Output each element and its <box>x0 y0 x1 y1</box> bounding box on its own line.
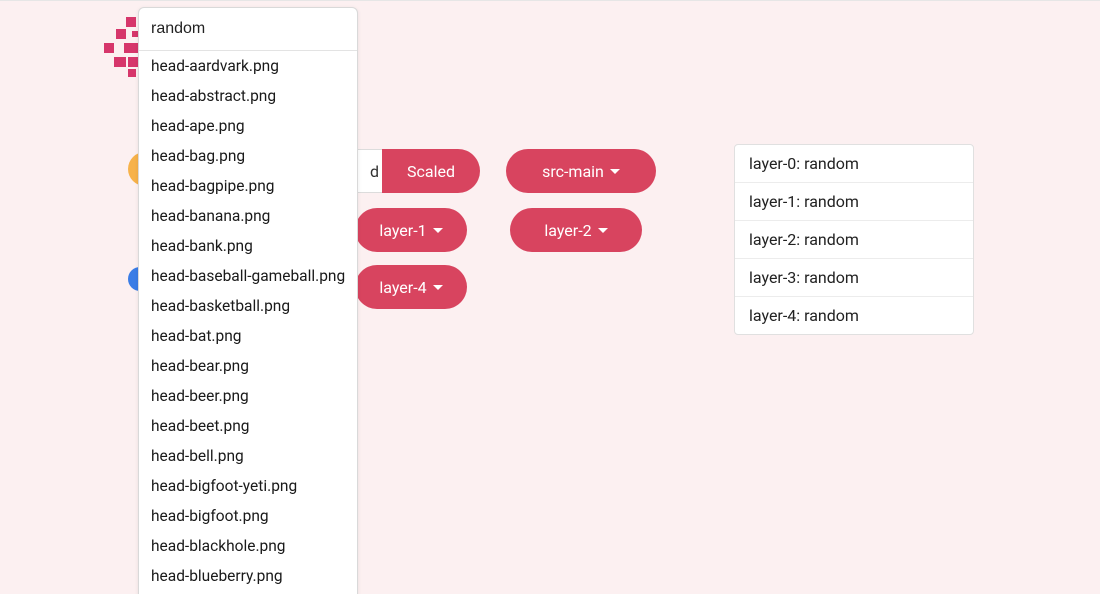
dropdown-option-label: head-bat.png <box>151 327 241 345</box>
dropdown-option[interactable]: head-aardvark.png <box>139 51 357 81</box>
dropdown-option-label: head-bigfoot.png <box>151 507 269 525</box>
layer-2-label: layer-2 <box>544 221 591 240</box>
image-select-dropdown: head-aardvark.png head-abstract.png head… <box>138 7 358 594</box>
dropdown-option-label: head-bear.png <box>151 357 249 375</box>
dropdown-option-label: head-blueberry.png <box>151 567 283 585</box>
layer-status-list: layer-0: random layer-1: random layer-2:… <box>734 144 974 335</box>
layer-status-row[interactable]: layer-2: random <box>735 221 973 259</box>
dropdown-search-wrap <box>139 8 357 51</box>
dropdown-option[interactable]: head-beer.png <box>139 381 357 411</box>
layer-1-label: layer-1 <box>379 221 426 240</box>
dropdown-option[interactable]: head-abstract.png <box>139 81 357 111</box>
src-main-dropdown-button[interactable]: src-main <box>506 149 656 193</box>
caret-down-icon <box>610 169 620 174</box>
layer-status-row[interactable]: layer-3: random <box>735 259 973 297</box>
dropdown-option-list: head-aardvark.png head-abstract.png head… <box>139 51 357 594</box>
dropdown-option-label: head-banana.png <box>151 207 270 225</box>
dropdown-option[interactable]: head-blackhole.png <box>139 531 357 561</box>
layer-2-dropdown-button[interactable]: layer-2 <box>510 208 642 252</box>
caret-down-icon <box>433 228 443 233</box>
caret-down-icon <box>598 228 608 233</box>
layer-status-row[interactable]: layer-1: random <box>735 183 973 221</box>
dropdown-option-label: head-bag.png <box>151 147 245 165</box>
segment-left-text: d <box>370 162 379 181</box>
layer-status-text: layer-2: random <box>749 230 859 249</box>
dropdown-option[interactable]: head-blueberry.png <box>139 561 357 591</box>
dropdown-option[interactable]: head-bagpipe.png <box>139 171 357 201</box>
scaled-button[interactable]: Scaled <box>382 149 480 193</box>
dropdown-option[interactable]: head-bigfoot-yeti.png <box>139 471 357 501</box>
dropdown-option-label: head-beer.png <box>151 387 249 405</box>
layer-status-row[interactable]: layer-0: random <box>735 145 973 183</box>
layer-1-dropdown-button[interactable]: layer-1 <box>355 208 467 252</box>
dropdown-option-label: head-baseball-gameball.png <box>151 267 345 285</box>
layer-status-text: layer-0: random <box>749 154 859 173</box>
dropdown-option-label: head-aardvark.png <box>151 57 279 75</box>
dropdown-option[interactable]: head-basketball.png <box>139 291 357 321</box>
layer-status-row[interactable]: layer-4: random <box>735 297 973 334</box>
dropdown-option-label: head-beet.png <box>151 417 249 435</box>
dropdown-option-label: head-basketball.png <box>151 297 290 315</box>
dropdown-option-label: head-ape.png <box>151 117 245 135</box>
dropdown-option-label: head-bigfoot-yeti.png <box>151 477 297 495</box>
layer-4-dropdown-button[interactable]: layer-4 <box>355 265 467 309</box>
dropdown-option[interactable]: head-beet.png <box>139 411 357 441</box>
dropdown-option-label: head-blackhole.png <box>151 537 286 555</box>
src-main-label: src-main <box>542 162 604 181</box>
dropdown-option[interactable]: head-banana.png <box>139 201 357 231</box>
dropdown-option[interactable]: head-bigfoot.png <box>139 501 357 531</box>
dropdown-option[interactable]: head-ape.png <box>139 111 357 141</box>
dropdown-option[interactable]: head-bell.png <box>139 441 357 471</box>
dropdown-option[interactable]: head-bat.png <box>139 321 357 351</box>
layer-4-label: layer-4 <box>379 278 426 297</box>
dropdown-option-label: head-bagpipe.png <box>151 177 275 195</box>
dropdown-option-label: head-abstract.png <box>151 87 276 105</box>
scaled-label: Scaled <box>407 162 455 181</box>
dropdown-option[interactable]: head-bank.png <box>139 231 357 261</box>
layer-status-text: layer-3: random <box>749 268 859 287</box>
dropdown-option-label: head-bell.png <box>151 447 244 465</box>
dropdown-option-label: head-bank.png <box>151 237 253 255</box>
dropdown-option[interactable]: head-bear.png <box>139 351 357 381</box>
dropdown-option[interactable]: head-baseball-gameball.png <box>139 261 357 291</box>
caret-down-icon <box>433 285 443 290</box>
layer-status-text: layer-4: random <box>749 306 859 325</box>
dropdown-search-input[interactable] <box>147 14 349 44</box>
dropdown-option[interactable]: head-bag.png <box>139 141 357 171</box>
layer-status-text: layer-1: random <box>749 192 859 211</box>
